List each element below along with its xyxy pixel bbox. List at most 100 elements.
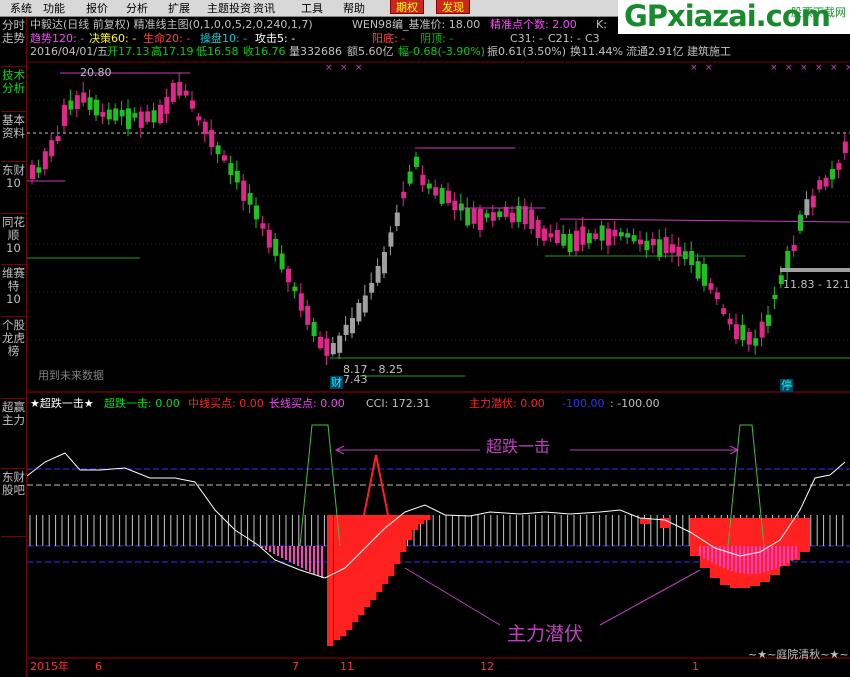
main-force-bar xyxy=(370,515,377,600)
candle xyxy=(670,244,675,253)
candle xyxy=(759,321,765,338)
candle xyxy=(574,230,579,252)
candle xyxy=(196,116,202,121)
operate-10: 操盘10: - xyxy=(200,32,248,45)
main-force-bar-2 xyxy=(800,518,810,552)
candle xyxy=(74,95,80,110)
precise-count: 精准点个数: 2.00 xyxy=(490,18,577,31)
candle xyxy=(401,191,407,199)
quote-date: 2016/04/01/五 xyxy=(30,45,109,58)
main-force-bar xyxy=(406,515,413,540)
candle xyxy=(663,237,669,254)
finance-marker[interactable]: 财 xyxy=(330,376,343,389)
candle xyxy=(612,229,618,237)
oversold-annotation: 超跌一击 xyxy=(486,437,551,456)
candle xyxy=(439,187,445,204)
resist-line-4 xyxy=(559,218,850,223)
menu-options[interactable]: 期权 xyxy=(390,0,424,14)
candle xyxy=(657,239,663,258)
candle xyxy=(215,145,221,155)
candle xyxy=(721,308,727,315)
candle xyxy=(465,207,471,226)
attack-5: 攻击5: - xyxy=(255,32,296,45)
candle xyxy=(772,294,778,300)
candle xyxy=(676,246,682,257)
candle xyxy=(81,92,87,103)
side-tab-4[interactable]: 同花顺10 xyxy=(1,214,26,265)
candle xyxy=(132,113,138,118)
menu-function[interactable]: 功能 xyxy=(43,0,65,17)
side-tab-1[interactable]: 技术分析 xyxy=(1,67,26,112)
candle xyxy=(830,169,835,180)
candle xyxy=(234,170,240,183)
quote-close: 收16.76 xyxy=(243,45,286,58)
candle xyxy=(740,324,746,341)
candle xyxy=(734,324,739,340)
candle xyxy=(55,136,61,142)
indicator-name[interactable]: ★超跌一击★ xyxy=(30,397,94,410)
main-force-bar xyxy=(382,515,389,584)
candle xyxy=(497,211,503,218)
right-range-label: 11.83 - 12.1 xyxy=(783,278,850,291)
candle xyxy=(62,104,67,127)
chart-title: 中毅达(日线 前复权) 精准线主图(0,1,0,0,5,2,0,240,1,7) xyxy=(30,18,313,31)
candle xyxy=(426,183,432,189)
candle xyxy=(836,163,842,170)
candle xyxy=(305,305,311,325)
side-tab-2[interactable]: 基本资料 xyxy=(1,112,26,162)
candle xyxy=(30,164,35,179)
menu-help[interactable]: 帮助 xyxy=(343,0,365,17)
candle xyxy=(113,108,119,121)
side-tab-6[interactable]: 个股龙虎榜 xyxy=(1,317,26,399)
menu-tools[interactable]: 工具 xyxy=(301,0,323,17)
halt-marker[interactable]: 停 xyxy=(780,379,793,392)
side-tab-3[interactable]: 东财10 xyxy=(1,162,26,214)
side-tab-8[interactable]: 东财股吧 xyxy=(1,469,26,537)
candle xyxy=(727,318,733,325)
candle xyxy=(247,193,253,205)
c31: C31: - xyxy=(510,32,543,45)
x-tick-0: 2015年 xyxy=(30,660,69,673)
candle xyxy=(330,342,336,355)
candle xyxy=(407,171,413,184)
candle xyxy=(606,228,611,246)
x-tick-1: 6 xyxy=(95,660,102,673)
candle xyxy=(804,199,810,216)
menu-extend[interactable]: 扩展 xyxy=(168,0,190,17)
candle xyxy=(471,208,477,224)
candle xyxy=(106,109,112,120)
side-tab-5[interactable]: 维赛特10 xyxy=(1,265,26,317)
candle xyxy=(68,100,74,110)
candle xyxy=(414,156,419,167)
candle xyxy=(798,214,803,231)
menu-quote[interactable]: 报价 xyxy=(86,0,108,17)
candle xyxy=(337,335,343,353)
main-force-bar xyxy=(364,515,371,607)
menu-system[interactable]: 系统 xyxy=(10,0,32,17)
side-tab-7[interactable]: 超赢主力 xyxy=(1,399,26,469)
stock-chart[interactable]: × × × × × × × × × × × xyxy=(27,17,850,677)
candle xyxy=(279,253,285,270)
side-tab-0[interactable]: 分时走势 xyxy=(1,17,26,67)
yin-top: 阴顶: - xyxy=(420,32,454,45)
menu-analysis[interactable]: 分析 xyxy=(126,0,148,17)
candle xyxy=(241,180,247,201)
candle xyxy=(254,205,259,220)
candle xyxy=(298,293,304,311)
x-marker: × xyxy=(800,63,808,73)
main-force-bar xyxy=(358,515,365,615)
candle xyxy=(266,230,272,248)
main-force-bar xyxy=(412,515,419,530)
candle xyxy=(343,324,349,336)
candle xyxy=(695,261,701,279)
pointer-line-1 xyxy=(404,567,501,626)
x-tick-5: 1 xyxy=(692,660,699,673)
menu-news[interactable]: 资讯 xyxy=(253,0,275,17)
main-force-bar xyxy=(340,515,347,636)
menu-discover[interactable]: 发现 xyxy=(436,0,470,14)
quote-amount: 额5.60亿 xyxy=(347,45,394,58)
candle xyxy=(177,81,183,96)
candle xyxy=(369,282,375,293)
menu-theme[interactable]: 主题投资 xyxy=(207,0,251,17)
candle xyxy=(209,129,215,148)
